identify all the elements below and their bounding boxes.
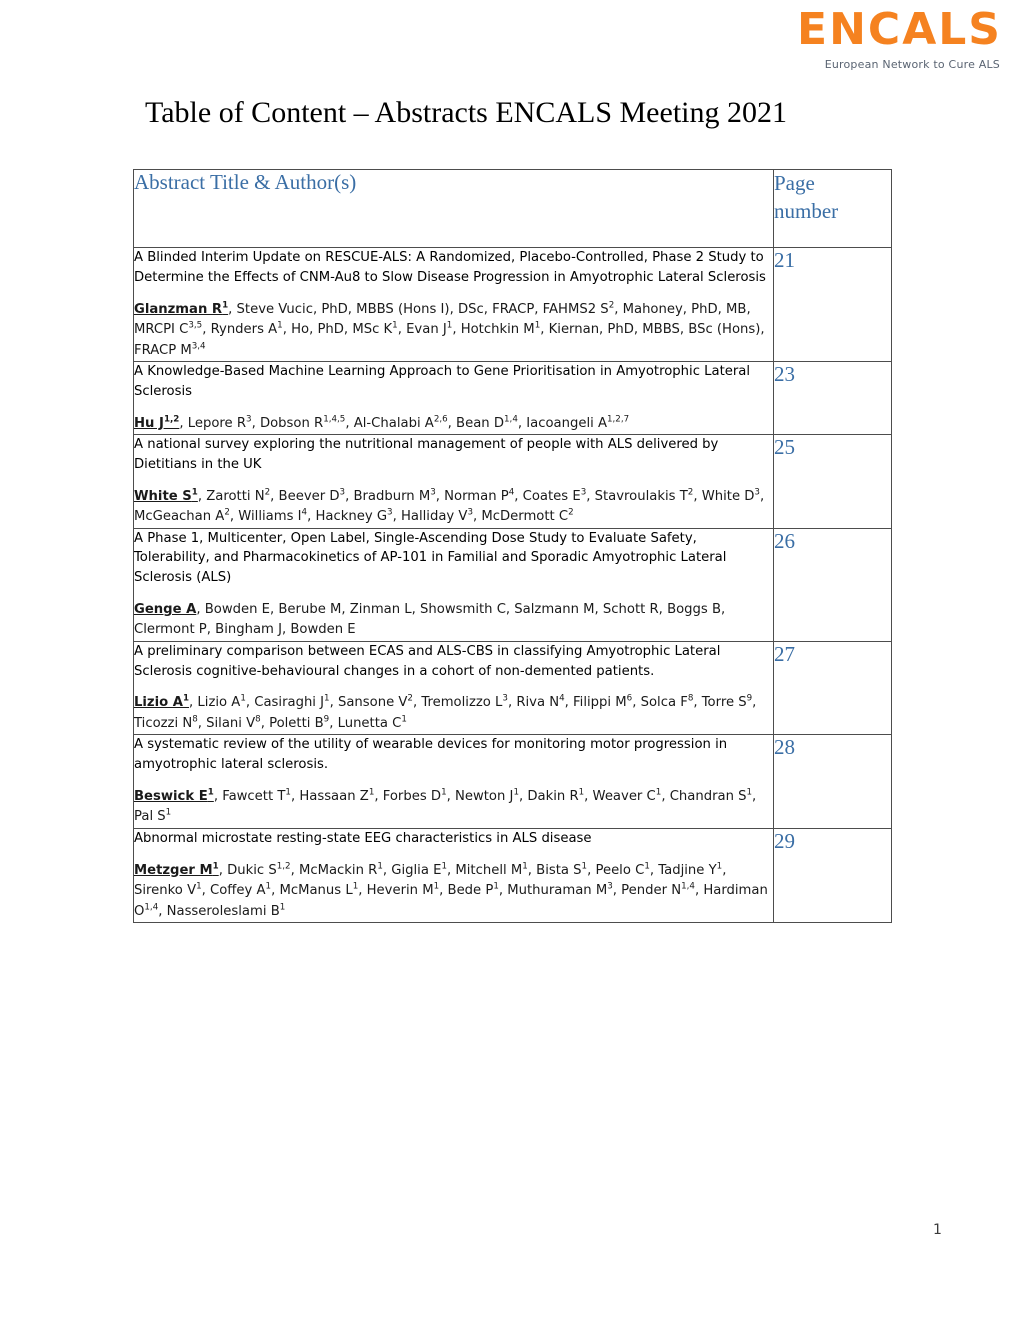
abstract-cell: A preliminary comparison between ECAS an… [133,640,774,736]
abstract-cell: A Knowledge-Based Machine Learning Appro… [133,360,774,436]
abstract-authors: Hu J1,2, Lepore R3, Dobson R1,4,5, Al-Ch… [134,414,630,431]
encals-logo: ENCALS European Network to Cure ALS [762,4,1002,72]
page-number-cell: 27 [773,640,892,736]
abstract-cell: A Blinded Interim Update on RESCUE-ALS: … [133,247,774,362]
abstract-authors: Glanzman R1, Steve Vucic, PhD, MBBS (Hon… [134,300,765,358]
encals-tagline: European Network to Cure ALS [824,58,1000,71]
page-title: Table of Content – Abstracts ENCALS Meet… [145,96,787,129]
table-row: A Knowledge-Based Machine Learning Appro… [133,360,892,436]
lead-author: Genge A [134,601,197,617]
toc-table: Abstract Title & Author(s) Page number A… [133,169,892,923]
lead-author: Lizio A1 [134,694,190,711]
abstract-authors: White S1, Zarotti N2, Beever D3, Bradbur… [134,487,765,525]
abstract-title: A Blinded Interim Update on RESCUE-ALS: … [134,250,766,285]
table-row: A Phase 1, Multicenter, Open Label, Sing… [133,527,892,642]
column-header-page-number: Page number [773,169,892,248]
abstract-authors: Genge A, Bowden E, Berube M, Zinman L, S… [134,601,726,638]
abstract-authors: Lizio A1, Lizio A1, Casiraghi J1, Sanson… [134,694,757,731]
footer-page-number: 1 [933,1222,942,1238]
toc-table-body: A Blinded Interim Update on RESCUE-ALS: … [133,247,892,923]
table-row: A national survey exploring the nutritio… [133,434,892,529]
abstract-title: A national survey exploring the nutritio… [134,437,719,472]
lead-author: Glanzman R1 [134,300,229,317]
abstract-cell: A Phase 1, Multicenter, Open Label, Sing… [133,527,774,642]
column-header-abstract-title: Abstract Title & Author(s) [133,169,774,248]
lead-author: Beswick E1 [134,787,214,804]
document-page: ENCALS European Network to Cure ALS Tabl… [0,0,1020,1320]
lead-author: Metzger M1 [134,861,219,878]
table-row: A preliminary comparison between ECAS an… [133,640,892,736]
abstract-cell: A systematic review of the utility of we… [133,734,774,829]
abstract-title: A Phase 1, Multicenter, Open Label, Sing… [134,530,727,586]
table-row: A systematic review of the utility of we… [133,734,892,829]
lead-author: Hu J1,2 [134,414,180,431]
encals-wordmark: ENCALS [797,4,1002,55]
abstract-title: Abnormal microstate resting-state EEG ch… [134,830,592,846]
abstract-cell: Abnormal microstate resting-state EEG ch… [133,827,774,923]
table-header-row: Abstract Title & Author(s) Page number [133,169,892,248]
table-of-contents: Abstract Title & Author(s) Page number A… [133,169,892,923]
page-number-cell: 25 [773,434,892,529]
page-number-cell: 21 [773,247,892,362]
page-number-cell: 28 [773,734,892,829]
abstract-title: A systematic review of the utility of we… [134,737,728,773]
column-header-page-line2: number [774,198,839,223]
abstract-title: A preliminary comparison between ECAS an… [134,643,721,679]
abstract-authors: Metzger M1, Dukic S1,2, McMackin R1, Gig… [134,861,768,919]
abstract-authors: Beswick E1, Fawcett T1, Hassaan Z1, Forb… [134,787,757,825]
page-number-cell: 26 [773,527,892,642]
column-header-page-line1: Page [774,171,815,195]
page-number-cell: 23 [773,360,892,436]
table-row: A Blinded Interim Update on RESCUE-ALS: … [133,247,892,362]
abstract-cell: A national survey exploring the nutritio… [133,434,774,529]
page-number-cell: 29 [773,827,892,923]
lead-author: White S1 [134,487,198,504]
abstract-title: A Knowledge-Based Machine Learning Appro… [134,363,751,399]
table-row: Abnormal microstate resting-state EEG ch… [133,827,892,923]
